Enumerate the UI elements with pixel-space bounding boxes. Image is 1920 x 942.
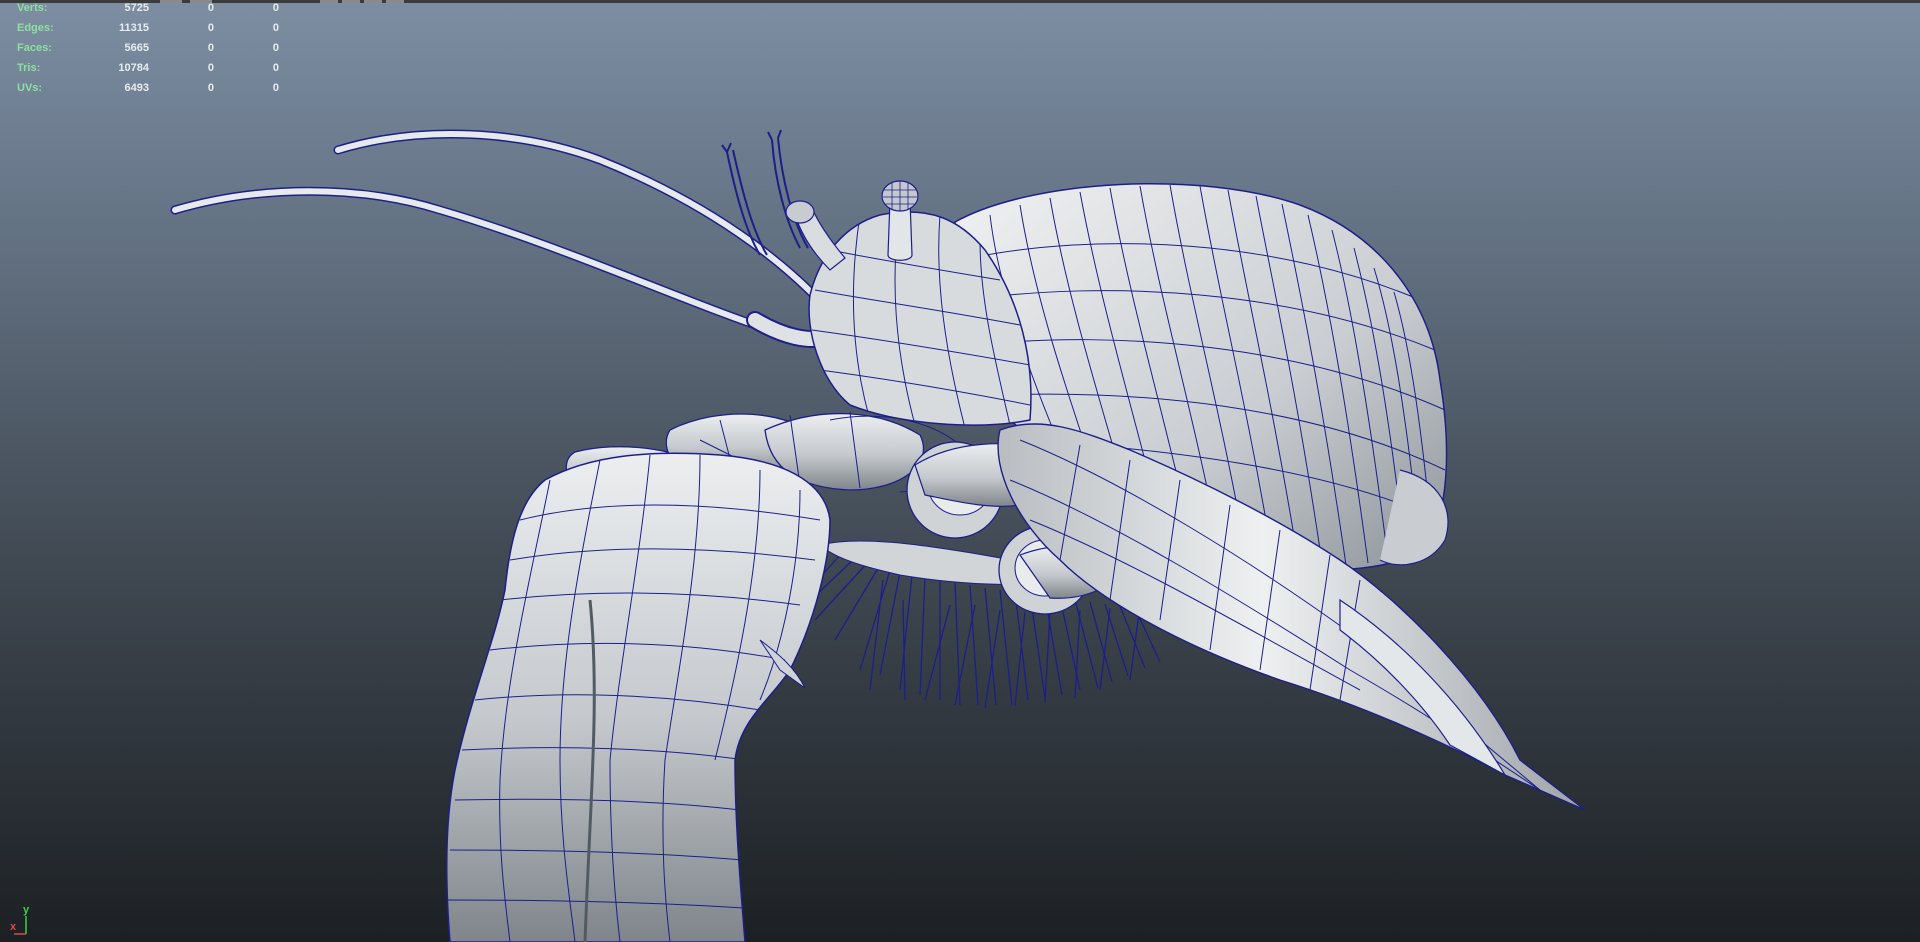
antennule <box>721 129 809 256</box>
antenna-long <box>170 129 850 348</box>
hermit-crab-wireframe-model[interactable] <box>0 0 1920 942</box>
hud-value-selected: 0 <box>207 62 214 74</box>
hud-value-total: 10784 <box>118 62 149 74</box>
hud-value-total: 6493 <box>124 82 149 94</box>
hud-label: Verts: <box>17 2 48 14</box>
hud-value-uv: 0 <box>272 2 279 14</box>
hud-label: Edges: <box>17 22 54 34</box>
large-claw <box>445 452 831 942</box>
hud-value-total: 5665 <box>124 42 149 54</box>
hud-value-selected: 0 <box>207 2 214 14</box>
hud-label: Tris: <box>17 62 41 74</box>
hud-value-uv: 0 <box>272 42 279 54</box>
hud-value-selected: 0 <box>207 82 214 94</box>
axis-y-label: y <box>23 904 30 916</box>
hud-value-uv: 0 <box>272 62 279 74</box>
hud-value-uv: 0 <box>272 82 279 94</box>
hud-label: UVs: <box>17 82 43 94</box>
viewport-panel[interactable]: Verts: 5725 0 0 Edges: 11315 0 0 Faces: 5665 0 0 Tri… <box>0 0 1920 942</box>
hud-label: Faces: <box>17 42 52 54</box>
hud-value-uv: 0 <box>272 22 279 34</box>
view-axis-indicator: y x <box>6 904 40 938</box>
hud-value-total: 5725 <box>124 2 149 14</box>
hud-value-total: 11315 <box>119 22 149 34</box>
hud-value-selected: 0 <box>207 42 214 54</box>
hud-value-selected: 0 <box>207 22 214 34</box>
axis-x-label: x <box>10 921 17 933</box>
